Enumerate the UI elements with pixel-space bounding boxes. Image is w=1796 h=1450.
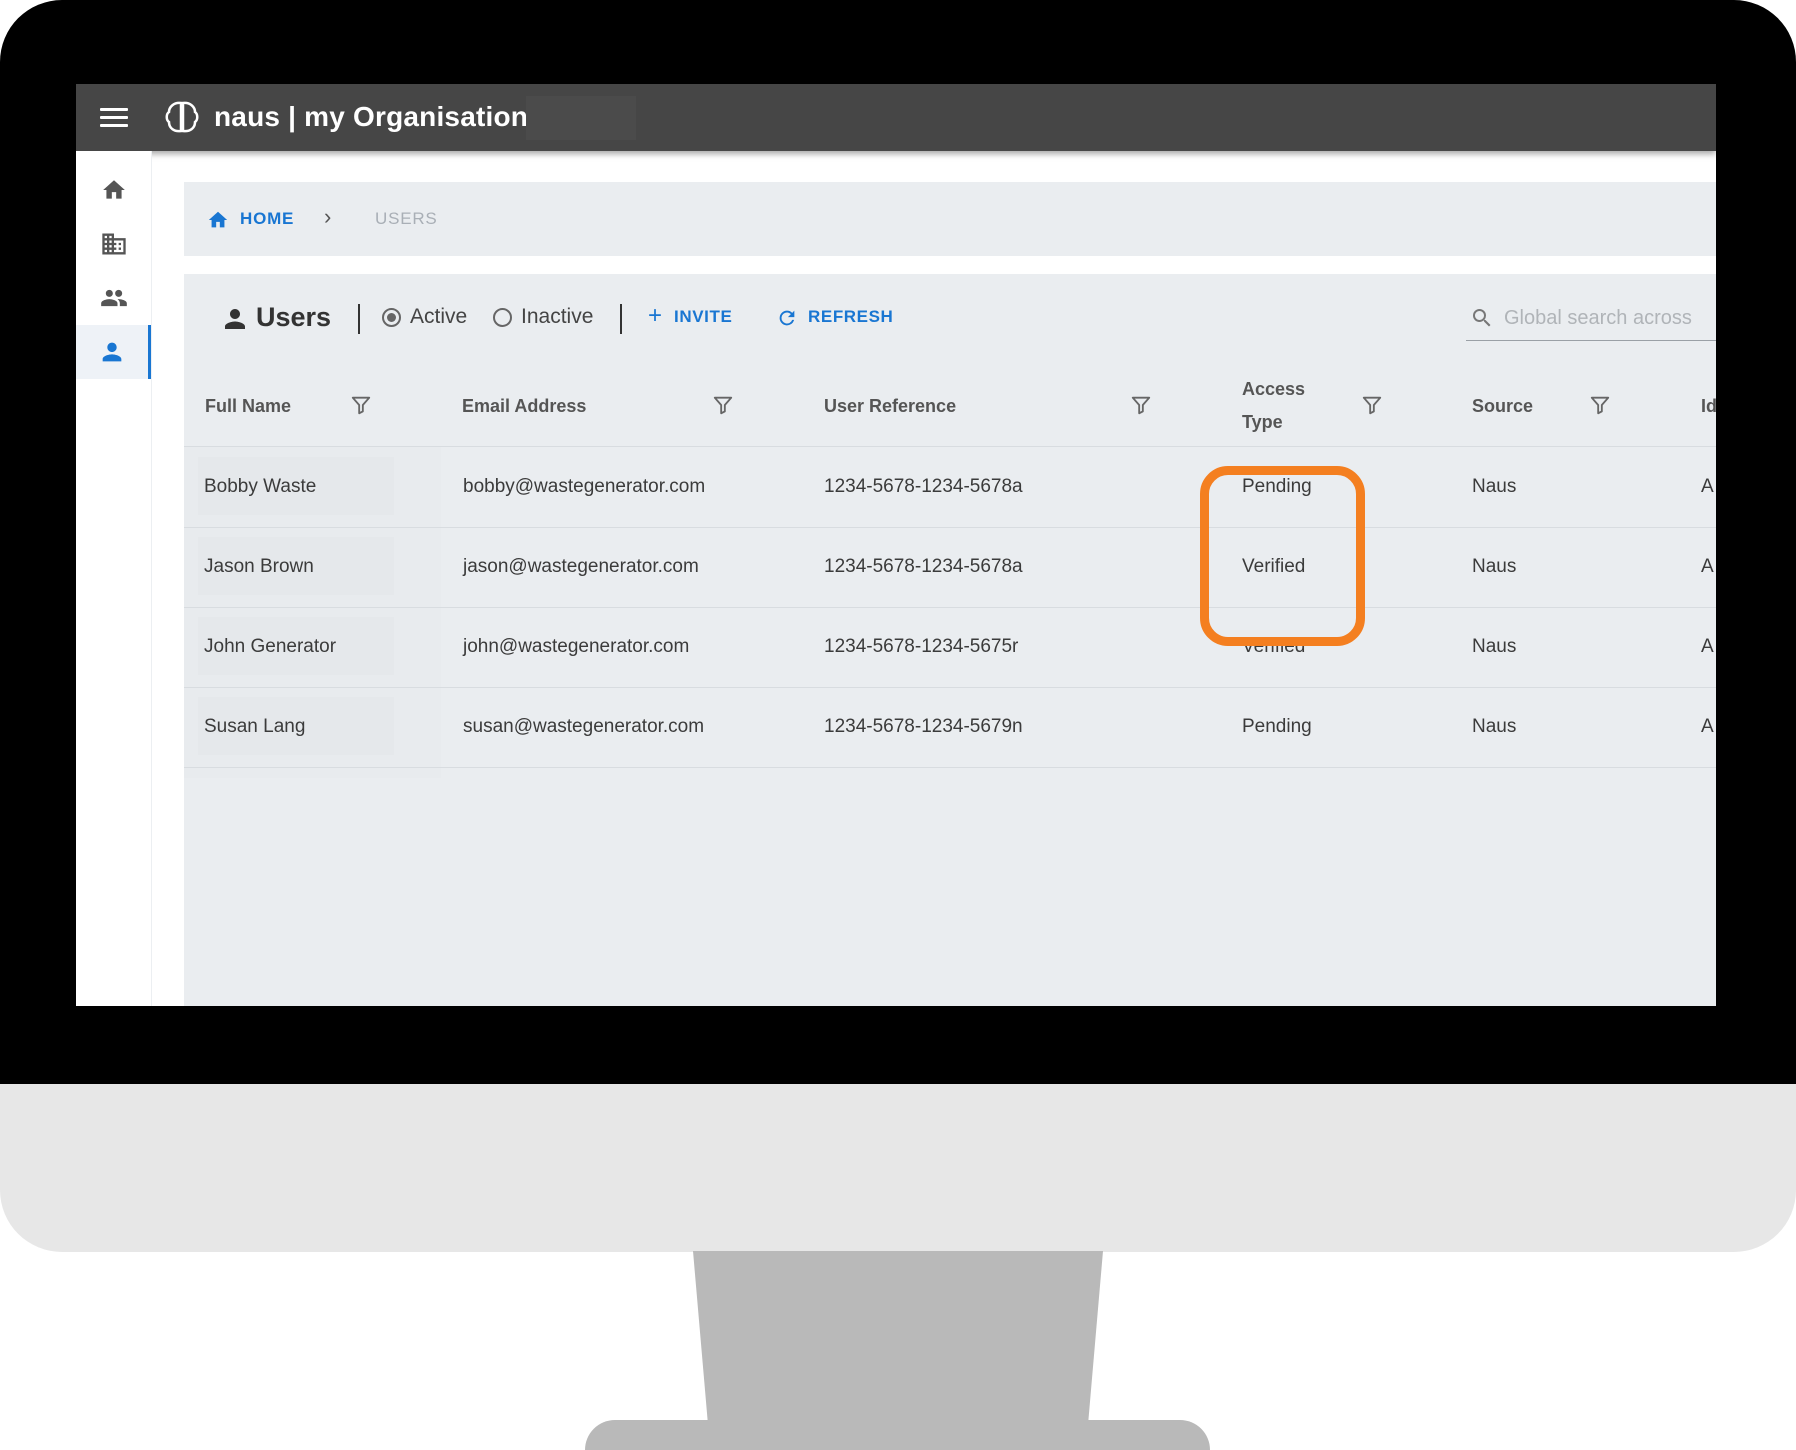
filter-icon[interactable] bbox=[712, 394, 734, 416]
chevron-right-icon: › bbox=[324, 204, 332, 229]
refresh-button[interactable]: REFRESH bbox=[808, 307, 893, 327]
cell-email: john@wastegenerator.com bbox=[463, 636, 690, 657]
cell-user-reference: 1234-5678-1234-5679n bbox=[824, 716, 1023, 737]
cell-full-name: Susan Lang bbox=[204, 716, 306, 737]
cell-id: A bbox=[1701, 636, 1714, 657]
table-row[interactable]: John Generator john@wastegenerator.com 1… bbox=[184, 607, 1716, 688]
column-header-id[interactable]: Id bbox=[1701, 396, 1716, 417]
sidebar-item-groups[interactable] bbox=[76, 271, 151, 325]
cell-source: Naus bbox=[1472, 716, 1517, 737]
cell-email: susan@wastegenerator.com bbox=[463, 716, 705, 737]
sidebar-item-home[interactable] bbox=[76, 163, 151, 217]
access-type-highlight-box bbox=[1200, 466, 1365, 646]
column-header-user-reference[interactable]: User Reference bbox=[824, 396, 956, 417]
app-title: naus | my Organisation bbox=[214, 101, 529, 132]
cell-email: jason@wastegenerator.com bbox=[463, 556, 699, 577]
table-header: Full Name Email Address User Reference A… bbox=[184, 364, 1716, 447]
cell-id: A bbox=[1701, 556, 1714, 577]
cell-source: Naus bbox=[1472, 556, 1517, 577]
cell-email: bobby@wastegenerator.com bbox=[463, 476, 706, 497]
breadcrumb: HOME › USERS bbox=[184, 182, 1716, 256]
cell-full-name: Bobby Waste bbox=[204, 476, 317, 497]
top-app-bar: naus | my Organisation bbox=[76, 84, 1716, 151]
sidebar-item-organisation[interactable] bbox=[76, 217, 151, 271]
invite-button[interactable]: INVITE bbox=[674, 307, 732, 327]
refresh-icon[interactable] bbox=[776, 307, 798, 329]
column-header-source[interactable]: Source bbox=[1472, 396, 1533, 417]
home-icon bbox=[102, 180, 125, 199]
filter-icon[interactable] bbox=[350, 394, 372, 416]
cell-access-type: Pending bbox=[1242, 716, 1312, 737]
users-title-icon bbox=[225, 309, 245, 329]
monitor-stand-neck bbox=[693, 1251, 1103, 1441]
global-search bbox=[1466, 298, 1716, 341]
cell-source: Naus bbox=[1472, 476, 1517, 497]
building-icon bbox=[101, 233, 126, 255]
sidebar bbox=[76, 151, 152, 1006]
page-title: Users bbox=[256, 302, 332, 332]
cell-user-reference: 1234-5678-1234-5678a bbox=[824, 556, 1023, 577]
cell-id: A bbox=[1701, 716, 1714, 737]
sidebar-item-users[interactable] bbox=[76, 325, 151, 379]
cell-user-reference: 1234-5678-1234-5675r bbox=[824, 636, 1019, 657]
cell-full-name: Jason Brown bbox=[204, 556, 314, 577]
active-radio[interactable] bbox=[382, 308, 401, 327]
app-screen: naus | my Organisation HOME › USERS User… bbox=[76, 84, 1716, 1006]
monitor-chin bbox=[0, 1084, 1796, 1252]
hamburger-menu-icon[interactable] bbox=[100, 108, 128, 128]
column-header-access-type-line1[interactable]: Access bbox=[1242, 379, 1305, 400]
column-header-access-type-line2[interactable]: Type bbox=[1242, 412, 1283, 433]
toolbar-divider bbox=[358, 304, 360, 334]
breadcrumb-home-icon[interactable] bbox=[206, 209, 230, 231]
column-header-email[interactable]: Email Address bbox=[462, 396, 586, 417]
cell-full-name: John Generator bbox=[204, 636, 337, 657]
table-row[interactable]: Jason Brown jason@wastegenerator.com 123… bbox=[184, 527, 1716, 608]
inactive-radio[interactable] bbox=[493, 308, 512, 327]
person-icon bbox=[102, 342, 122, 362]
column-header-full-name[interactable]: Full Name bbox=[205, 396, 291, 417]
table-row[interactable]: Susan Lang susan@wastegenerator.com 1234… bbox=[184, 687, 1716, 768]
cell-user-reference: 1234-5678-1234-5678a bbox=[824, 476, 1023, 497]
filter-icon[interactable] bbox=[1589, 394, 1611, 416]
search-icon bbox=[1473, 309, 1491, 327]
table-row[interactable]: Bobby Waste bobby@wastegenerator.com 123… bbox=[184, 447, 1716, 528]
filter-icon[interactable] bbox=[1361, 394, 1383, 416]
users-panel: Users Active Inactive + INVITE REFRESH F… bbox=[184, 274, 1716, 1006]
active-radio-label[interactable]: Active bbox=[410, 305, 467, 329]
search-input[interactable] bbox=[1502, 302, 1716, 334]
monitor-stand-foot bbox=[585, 1420, 1210, 1450]
title-placeholder-block bbox=[526, 96, 636, 140]
cell-id: A bbox=[1701, 476, 1714, 497]
breadcrumb-current: USERS bbox=[375, 209, 438, 228]
breadcrumb-home-link[interactable]: HOME bbox=[240, 209, 294, 229]
brain-logo-icon bbox=[165, 101, 199, 133]
cell-source: Naus bbox=[1472, 636, 1517, 657]
toolbar-divider bbox=[620, 304, 622, 334]
filter-icon[interactable] bbox=[1130, 394, 1152, 416]
people-icon bbox=[100, 289, 127, 307]
plus-icon[interactable]: + bbox=[648, 304, 662, 328]
inactive-radio-label[interactable]: Inactive bbox=[521, 305, 593, 329]
